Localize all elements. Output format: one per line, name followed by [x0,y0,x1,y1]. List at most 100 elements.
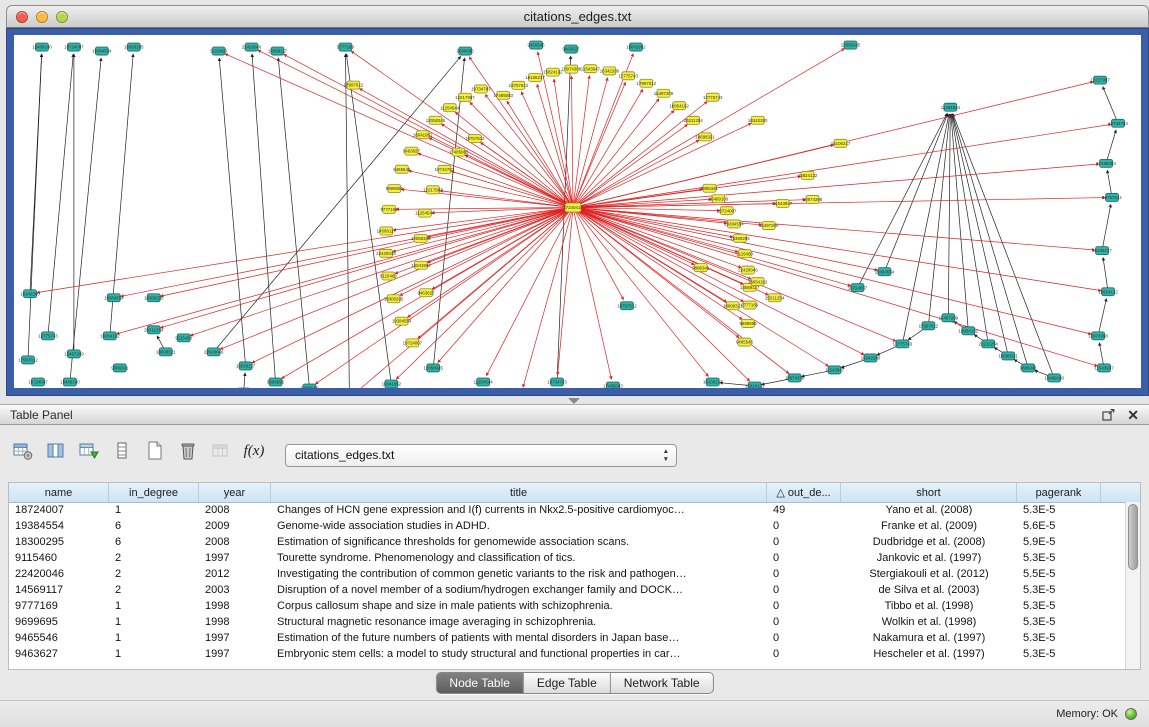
table-row[interactable]: 1938455462009Genome-wide association stu… [9,518,1126,534]
table-panel-title: Table Panel [10,408,1102,422]
scrollbar-thumb[interactable] [1128,504,1138,570]
network-node-label: 18724007 [848,285,868,290]
network-node-label: 9777169 [381,207,399,212]
network-edge [28,54,42,360]
network-node-label: 16954192 [669,103,689,108]
network-canvas[interactable]: 1872400719384554183002959115460224200461… [14,35,1141,388]
traffic-lights [16,11,68,23]
table-cell: Corpus callosum shape and size in male p… [271,598,767,614]
network-node-label: 15469100 [1044,376,1064,381]
table-row[interactable]: 1456911722003Disruption of a novel membe… [9,582,1126,598]
network-node-label: 18724007 [64,45,84,50]
network-node-label: 11254544 [440,105,460,110]
network-edge [948,114,950,318]
network-node-label: 12775743 [618,73,638,78]
table-cell: 5.3E-5 [1017,630,1101,646]
network-node-label: 18300295 [730,236,750,241]
table-cell: 0 [767,630,841,646]
network-node-label: 9886341 [701,186,719,191]
table-row[interactable]: 977716911998Corpus callosum shape and si… [9,598,1126,614]
network-node-label: 12217987 [1090,78,1110,83]
close-window-button[interactable] [16,11,28,23]
network-edge [252,54,275,382]
network-edge [573,207,1097,365]
rename-table-icon[interactable] [210,440,232,462]
column-header-short[interactable]: short [841,483,1017,502]
tab-network-table[interactable]: Network Table [611,673,713,693]
delete-icon[interactable] [177,440,199,462]
table-row[interactable]: 946362711997Embryonic stem cells: a mode… [9,646,1126,662]
table-select-dropdown[interactable]: citations_edges.txt ▲▼ [285,444,677,467]
network-node-label: 16041952 [626,45,646,50]
table-cell: Embryonic stem cells: a model to study s… [271,646,767,662]
table-row[interactable]: 1872400712008Changes of HCN gene express… [9,502,1126,518]
show-columns-icon[interactable] [45,440,67,462]
network-node-label: 12058345 [424,366,444,371]
network-node-label: 12058345 [426,118,446,123]
close-panel-icon[interactable]: ✕ [1127,408,1139,422]
network-node-label: 17997012 [637,81,657,86]
table-vertical-scrollbar[interactable] [1125,502,1140,669]
table-cell: Investigating the contribution of common… [271,566,767,582]
column-header-pagerank[interactable]: pagerank [1017,483,1101,502]
network-edge [928,114,949,326]
column-header-in_degree[interactable]: in_degree [109,483,199,502]
table-cell: 2009 [199,518,271,534]
table-cell: 5.3E-5 [1017,598,1101,614]
tab-edge-table[interactable]: Edge Table [524,673,611,693]
network-edge [573,207,864,354]
network-node-label: 18698321 [723,303,743,308]
table-row[interactable]: 1830029562008Estimation of significance … [9,534,1126,550]
network-edge [573,207,708,376]
table-cell: Disruption of a novel member of a sodium… [271,582,767,598]
network-node-label: 9886341 [111,366,129,371]
import-table-icon[interactable] [78,440,100,462]
table-row[interactable]: 969969511998Structural magnetic resonanc… [9,614,1126,630]
network-edge [400,207,573,295]
network-node-label: 17997012 [919,323,939,328]
network-node-label: 22420046 [738,268,758,273]
network-node-label: 22420046 [204,349,224,354]
column-header-title[interactable]: title [271,483,767,502]
table-cell: 1997 [199,646,271,662]
table-row[interactable]: 2242004622012Investigating the contribut… [9,566,1126,582]
new-file-icon[interactable] [144,440,166,462]
zoom-window-button[interactable] [56,11,68,23]
network-node-label: 16954192 [748,279,768,284]
network-edge [521,92,573,208]
network-node-label: 12217987 [423,187,443,192]
table-cell: 5.3E-5 [1017,614,1101,630]
table-cell: 1 [109,646,199,662]
minimize-window-button[interactable] [36,11,48,23]
window-titlebar[interactable]: citations_edges.txt [6,5,1149,28]
column-header-name[interactable]: name [9,483,109,502]
network-node-label: 18698321 [998,354,1018,359]
network-edge [573,207,741,267]
column-header-out_de[interactable]: △ out_de... [767,483,841,502]
table-cell: 9777169 [9,598,109,614]
network-edge [1102,204,1111,250]
node-table: namein_degreeyeartitle△ out_de...shortpa… [8,482,1141,670]
network-edge [1103,258,1108,292]
table-settings-icon[interactable] [12,440,34,462]
table-cell: 1998 [199,614,271,630]
memory-status-indicator[interactable] [1125,708,1137,720]
network-node-label: 12775743 [703,95,723,100]
network-node-label: 18300295 [384,296,404,301]
table-cell: Tourette syndrome. Phenomenology and cla… [271,550,767,566]
network-edge [161,207,573,296]
network-edge [573,207,1101,290]
network-edge [573,207,878,270]
network-node-label: 14569117 [268,49,288,54]
table-row[interactable]: 946554611997Estimation of the future num… [9,630,1126,646]
table-row[interactable]: 911546021997Tourette syndrome. Phenomeno… [9,550,1126,566]
network-node-label: 9115460 [736,251,753,256]
network-node-label: 9777169 [741,303,759,308]
network-node-label: 11543947 [1094,366,1114,371]
float-panel-icon[interactable] [1102,409,1115,421]
function-builder-icon[interactable]: f(x) [243,440,265,462]
column-header-year[interactable]: year [199,483,271,502]
row-tools-icon[interactable] [111,440,133,462]
tab-node-table[interactable]: Node Table [436,673,524,693]
table-cell: 5.3E-5 [1017,502,1101,518]
